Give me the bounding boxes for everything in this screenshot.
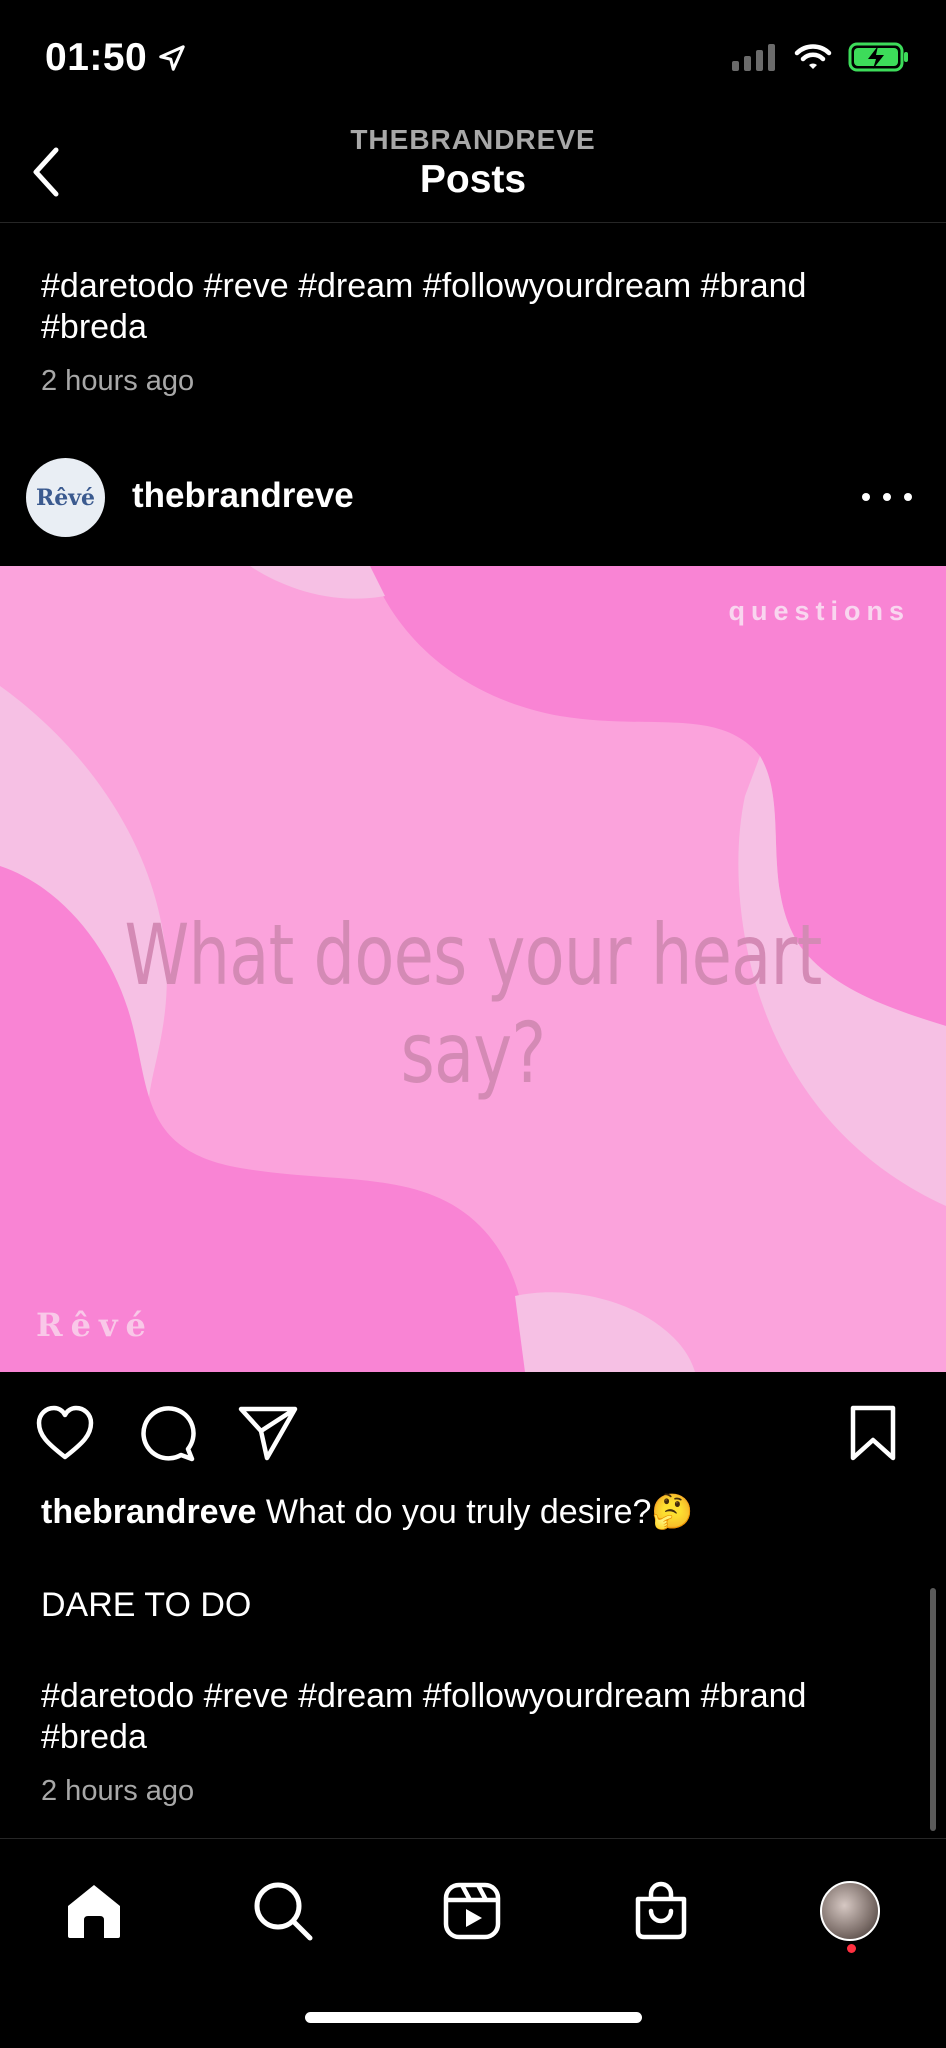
- image-tag-text: questions: [728, 596, 910, 626]
- shopping-bag-icon: [635, 1881, 687, 1940]
- caption-hashtags[interactable]: #daretodo #reve #dream #followyourdream …: [41, 1676, 901, 1758]
- tab-profile[interactable]: [810, 1871, 890, 1951]
- header-account-name: THEBRANDREVE: [350, 124, 596, 155]
- more-horizontal-icon: [862, 493, 870, 501]
- status-time-group: 01:50: [45, 36, 187, 80]
- previous-post-timestamp: 2 hours ago: [41, 365, 195, 397]
- cellular-signal-icon: [732, 44, 775, 71]
- post-image[interactable]: questions What does your heart say? Rêvé: [0, 566, 946, 1372]
- post-header: Rêvé thebrandreve: [0, 456, 946, 540]
- post-actions: [0, 1400, 946, 1466]
- reels-icon: [443, 1882, 501, 1940]
- image-brand-watermark: Rêvé: [36, 1306, 154, 1344]
- caption-username[interactable]: thebrandreve: [41, 1493, 256, 1531]
- search-icon: [254, 1882, 313, 1941]
- save-button[interactable]: [840, 1400, 906, 1466]
- post-author-username[interactable]: thebrandreve: [132, 476, 354, 516]
- tab-reels[interactable]: [432, 1871, 512, 1951]
- status-bar: 01:50: [0, 0, 946, 120]
- heart-icon: [36, 1405, 94, 1460]
- notification-dot: [847, 1944, 856, 1953]
- navigation-header: THEBRANDREVE Posts: [0, 120, 946, 223]
- location-arrow-icon: [159, 45, 185, 71]
- post-timestamp: 2 hours ago: [41, 1775, 195, 1807]
- profile-avatar: [820, 1881, 880, 1941]
- caption-line: DARE TO DO: [41, 1586, 252, 1624]
- image-question-text: What does your heart say?: [124, 906, 822, 1102]
- share-button[interactable]: [235, 1400, 301, 1466]
- caption-text: What do you truly desire?🤔: [265, 1493, 694, 1531]
- status-time: 01:50: [45, 36, 148, 79]
- previous-post-caption: #daretodo #reve #dream #followyourdream …: [41, 267, 807, 346]
- avatar-logo-text: Rêvé: [35, 484, 96, 511]
- home-indicator[interactable]: [305, 2012, 642, 2023]
- paper-plane-icon: [238, 1406, 298, 1461]
- comment-icon: [141, 1406, 196, 1462]
- post-author-avatar[interactable]: Rêvé: [26, 458, 105, 537]
- scrollbar[interactable]: [930, 1588, 936, 1831]
- bookmark-icon: [850, 1405, 896, 1461]
- tab-home[interactable]: [54, 1871, 134, 1951]
- more-options-button[interactable]: [862, 482, 912, 512]
- home-icon: [68, 1885, 120, 1938]
- like-button[interactable]: [32, 1400, 98, 1466]
- tab-shop[interactable]: [621, 1871, 701, 1951]
- comment-button[interactable]: [133, 1400, 199, 1466]
- battery-charging-icon: [848, 42, 908, 72]
- post-caption: thebrandreve What do you truly desire?🤔: [41, 1492, 921, 1533]
- wifi-icon: [794, 44, 832, 69]
- tab-search[interactable]: [243, 1871, 323, 1951]
- status-indicators: [732, 42, 910, 72]
- page-title: Posts: [419, 158, 527, 201]
